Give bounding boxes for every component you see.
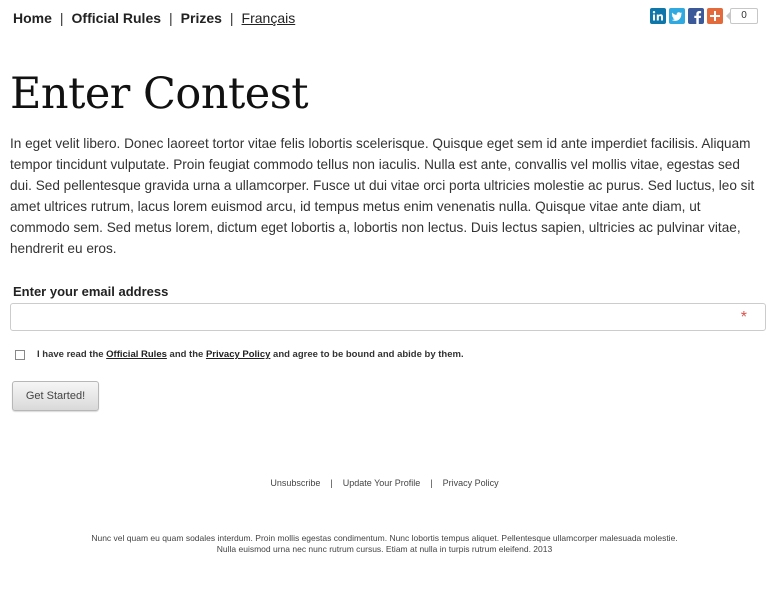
email-label: Enter your email address <box>13 284 169 299</box>
intro-paragraph: In eget velit libero. Donec laoreet tort… <box>10 136 755 256</box>
agree-privacy-policy-link[interactable]: Privacy Policy <box>206 349 270 360</box>
agree-text-suffix: and agree to be bound and abide by them. <box>270 349 464 360</box>
facebook-icon[interactable] <box>688 8 704 24</box>
agree-checkbox[interactable] <box>15 349 25 360</box>
footer-separator: | <box>430 478 433 488</box>
footer-text-line-2: Nulla euismod urna nec nunc rutrum cursu… <box>216 544 553 554</box>
email-field-container: * <box>10 303 766 331</box>
footer-separator: | <box>330 478 333 488</box>
footer-privacy-policy-link[interactable]: Privacy Policy <box>443 478 499 488</box>
page-title: Enter Contest <box>10 69 309 119</box>
footer-text: Nunc vel quam eu quam sodales interdum. … <box>0 533 769 555</box>
language-francais-link[interactable]: Français <box>242 10 296 26</box>
nav-official-rules-link[interactable]: Official Rules <box>72 10 161 26</box>
required-marker: * <box>740 309 747 326</box>
agreement-row: I have read the Official Rules and the P… <box>15 349 464 360</box>
twitter-icon[interactable] <box>669 8 685 24</box>
agree-text-prefix: I have read the <box>37 349 107 360</box>
email-input[interactable] <box>11 304 765 330</box>
nav-separator: | <box>169 10 173 26</box>
linkedin-icon[interactable] <box>650 8 666 24</box>
agree-text-middle: and the <box>166 349 206 360</box>
footer-text-line-1: Nunc vel quam eu quam sodales interdum. … <box>91 533 678 543</box>
top-navigation: Home | Official Rules | Prizes | Français <box>13 10 295 26</box>
footer-links: Unsubscribe | Update Your Profile | Privacy … <box>0 478 769 488</box>
nav-home-link[interactable]: Home <box>13 10 52 26</box>
social-share-bar: 0 <box>650 8 758 24</box>
share-count-badge: 0 <box>726 8 758 24</box>
get-started-button[interactable]: Get Started! <box>12 381 99 411</box>
footer-update-profile-link[interactable]: Update Your Profile <box>343 478 421 488</box>
google-plus-icon[interactable] <box>707 8 723 24</box>
agree-official-rules-link[interactable]: Official Rules <box>106 349 167 360</box>
footer-unsubscribe-link[interactable]: Unsubscribe <box>270 478 320 488</box>
nav-prizes-link[interactable]: Prizes <box>181 10 222 26</box>
nav-separator: | <box>59 10 64 26</box>
nav-separator: | <box>229 10 234 26</box>
